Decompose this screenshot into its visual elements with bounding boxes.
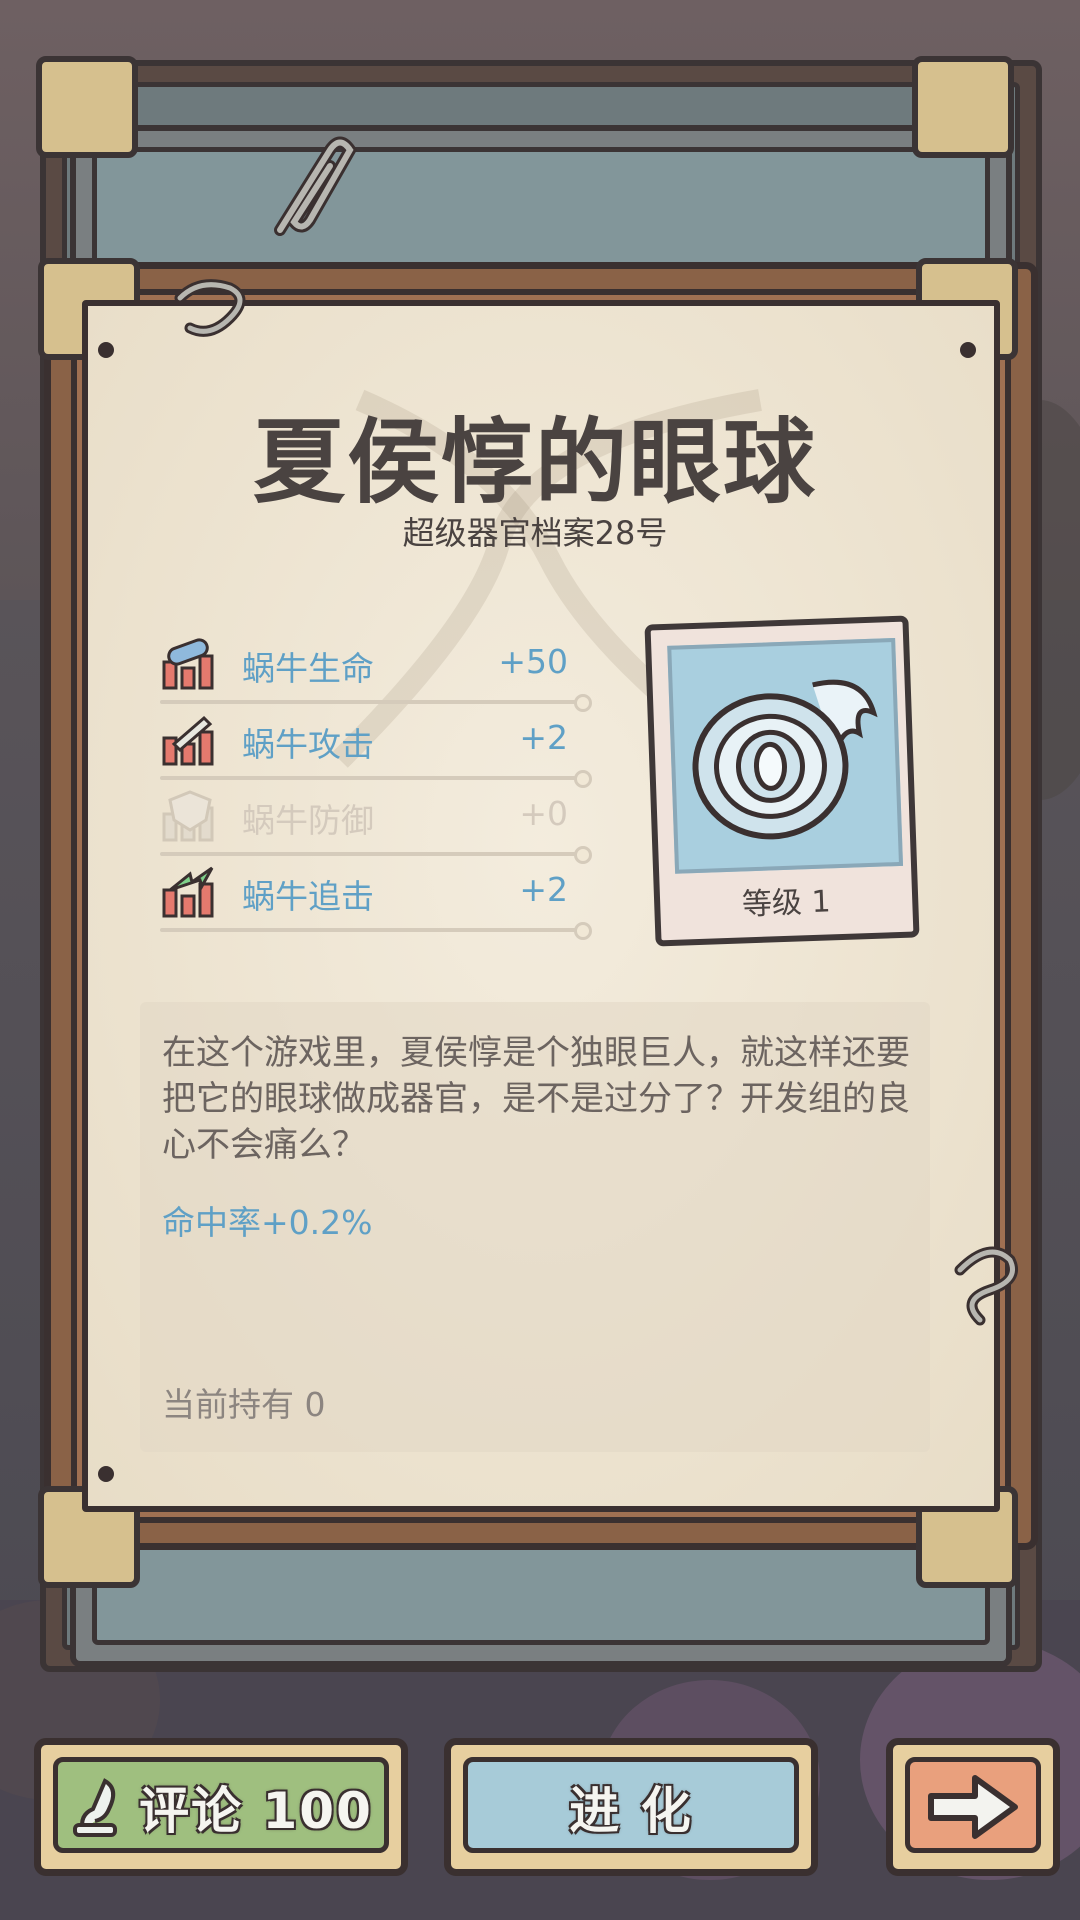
eyeball-icon bbox=[692, 679, 878, 840]
health-icon bbox=[162, 638, 214, 690]
pursuit-icon bbox=[162, 866, 214, 918]
frame-corner bbox=[36, 56, 138, 158]
stat-label: 蜗牛攻击 bbox=[242, 725, 374, 764]
organ-level: 等级 1 bbox=[741, 884, 832, 923]
evolve-button[interactable]: 进 化 bbox=[444, 1738, 818, 1876]
stat-row-defense: 蜗牛防御 +0 bbox=[160, 788, 592, 864]
attack-icon bbox=[162, 715, 214, 766]
stat-row-health: 蜗牛生命 +50 bbox=[160, 636, 592, 712]
quill-icon bbox=[73, 1778, 118, 1837]
comment-label: 评论 100 bbox=[139, 1782, 373, 1840]
organ-description: 在这个游戏里，夏侯惇是个独眼巨人，就这样还要把它的眼球做成器官，是不是过分了？开… bbox=[162, 1033, 910, 1165]
next-button[interactable] bbox=[886, 1738, 1060, 1876]
organ-card[interactable]: 等级 1 bbox=[644, 615, 920, 947]
paperclip-icon bbox=[274, 136, 358, 236]
stat-label: 蜗牛防御 bbox=[242, 801, 374, 840]
stat-value: +2 bbox=[519, 870, 568, 909]
organ-effect: 命中率+0.2% bbox=[162, 1203, 373, 1242]
stat-value: +0 bbox=[519, 794, 568, 833]
stat-row-attack: 蜗牛攻击 +2 bbox=[160, 712, 592, 788]
stat-value: +2 bbox=[519, 718, 568, 757]
stat-label: 蜗牛追击 bbox=[242, 877, 374, 916]
organ-subtitle: 超级器官档案28号 bbox=[402, 514, 668, 552]
stat-value: +50 bbox=[498, 642, 568, 681]
defense-icon bbox=[162, 790, 214, 842]
paperclip-icon bbox=[174, 279, 246, 337]
evolve-label: 进 化 bbox=[569, 1782, 693, 1840]
owned-count: 当前持有 0 bbox=[162, 1385, 326, 1424]
paperclip-icon bbox=[954, 1246, 1018, 1326]
stat-row-pursuit: 蜗牛追击 +2 bbox=[160, 864, 592, 940]
comment-button[interactable]: 评论 100 bbox=[34, 1738, 408, 1876]
organ-title: 夏侯惇的眼球 bbox=[252, 409, 817, 516]
organ-image bbox=[667, 637, 904, 874]
arrow-right-icon bbox=[928, 1775, 1018, 1839]
stat-label: 蜗牛生命 bbox=[242, 649, 374, 688]
frame-corner bbox=[912, 56, 1014, 158]
